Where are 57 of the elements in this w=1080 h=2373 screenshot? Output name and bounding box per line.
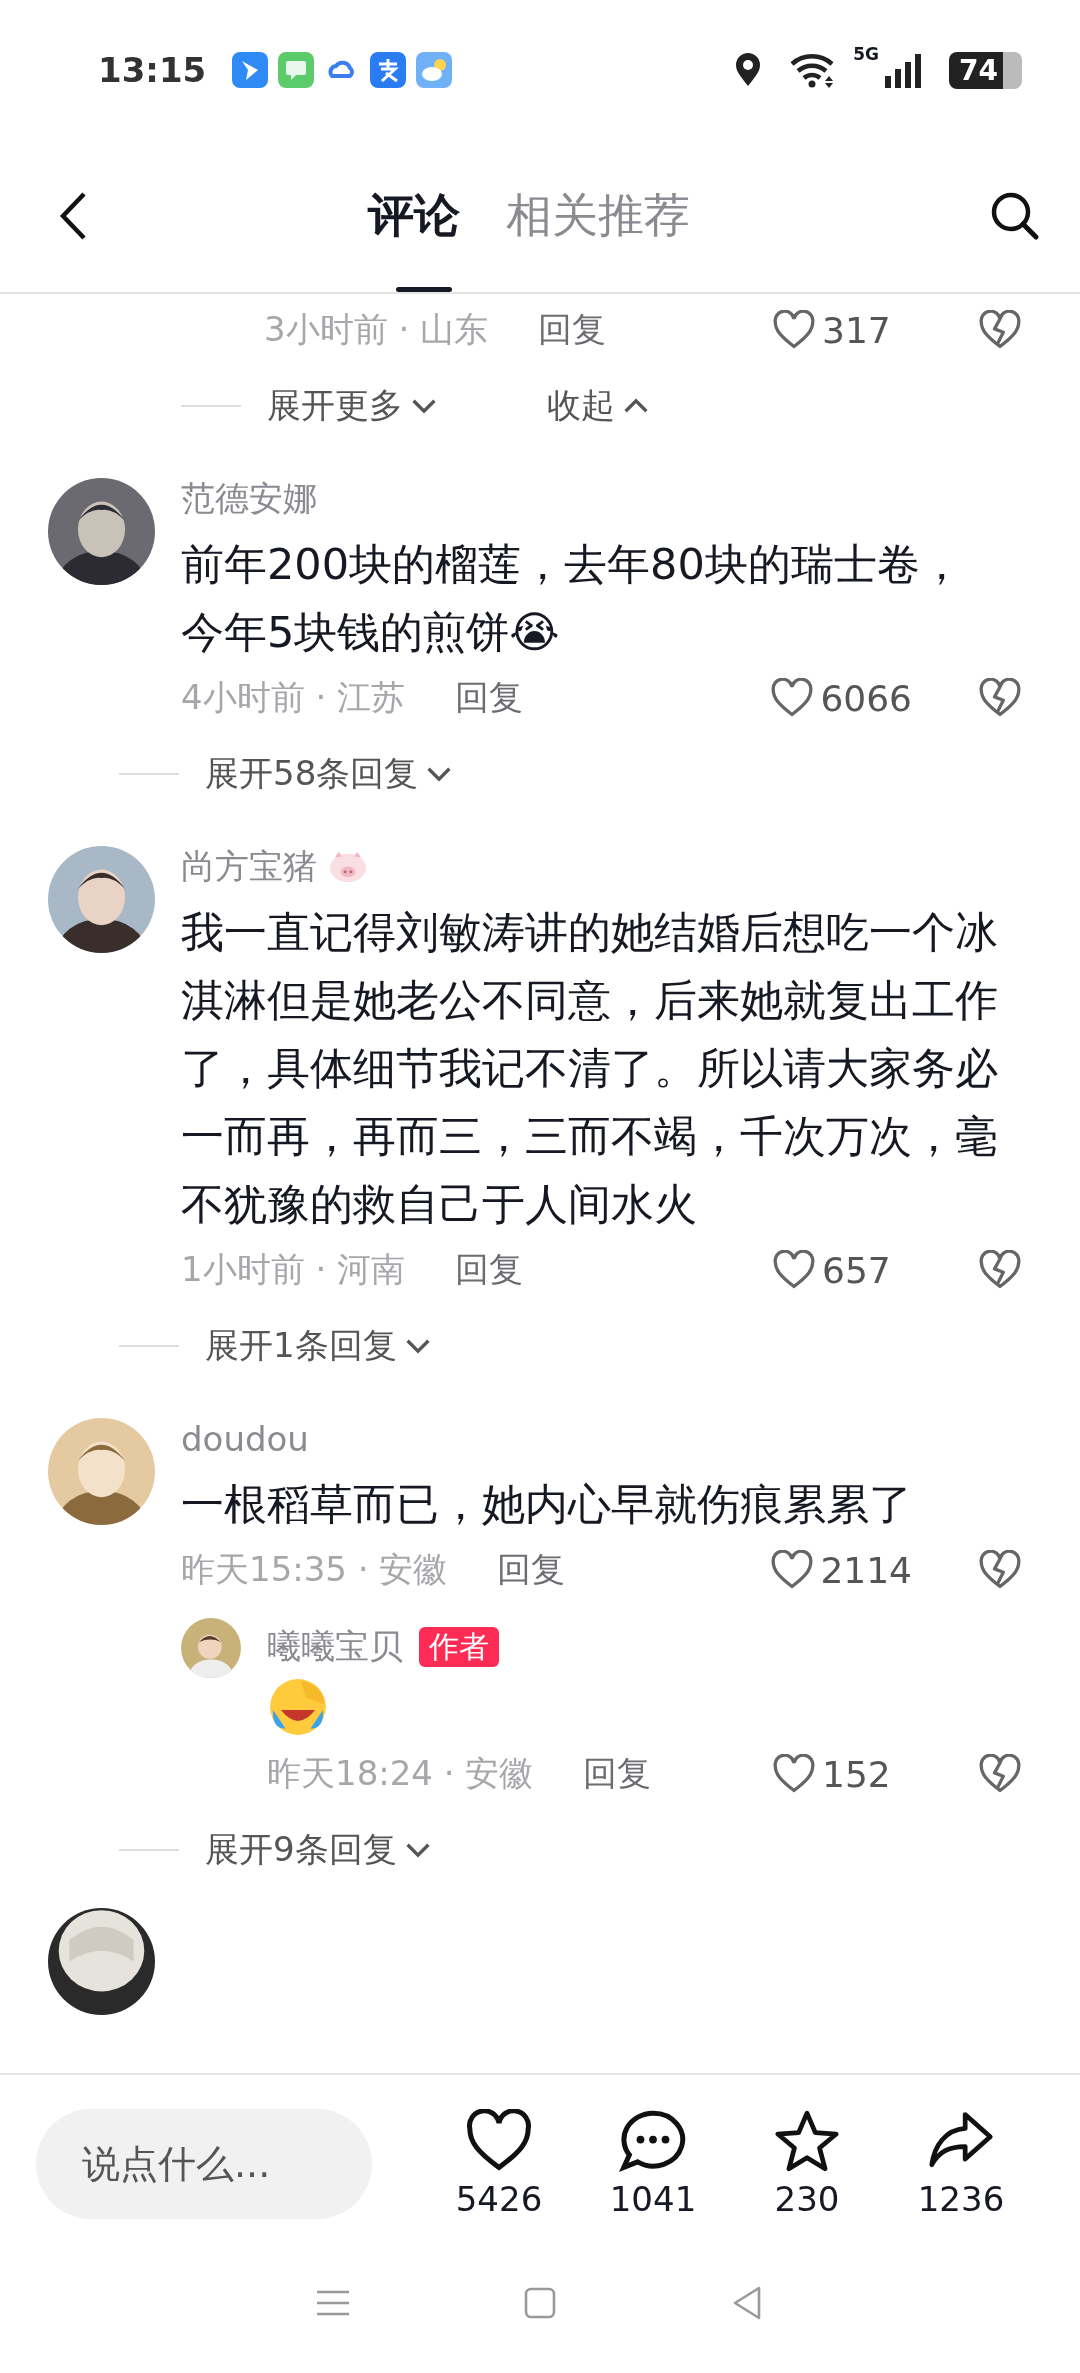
action-count: 230 [774, 2179, 840, 2219]
network-label: 5G [853, 44, 880, 64]
broken-heart-icon[interactable] [978, 1550, 1022, 1590]
back-icon[interactable] [58, 190, 88, 242]
username[interactable]: 尚方宝猪 [181, 844, 317, 890]
chevron-down-icon [404, 1338, 431, 1354]
weather-icon [416, 52, 453, 88]
payment-icon [370, 52, 407, 88]
comment-text: 前年200块的榴莲，去年80块的瑞士卷，今年5块钱的煎饼😭 [181, 538, 964, 659]
username[interactable]: 曦曦宝贝 [267, 1624, 403, 1670]
like-count: 2114 [820, 1549, 912, 1591]
chevron-up-icon [623, 398, 649, 414]
comment-text: 我一直记得刘敏涛讲的她结婚后想吃一个冰淇淋但是她老公不同意，后来她就复出工作了，具体细节我记不清了。所以请大家务必一而再，再而三，三而不竭，千次万次，毫不犹豫的救自己于人间水火 [181, 906, 999, 1231]
action-count: 1041 [609, 2179, 697, 2219]
chevron-down-icon [404, 1842, 431, 1858]
action-count: 5426 [455, 2179, 543, 2219]
action-count: 1236 [917, 2179, 1005, 2219]
author-badge: 作者 [419, 1627, 499, 1667]
comment-time-location: 昨天18:24 · 安徽 [267, 1752, 534, 1795]
like-count: 657 [822, 1249, 892, 1291]
broken-heart-icon[interactable] [978, 1754, 1022, 1794]
chevron-down-icon [411, 398, 437, 414]
like-count: 152 [822, 1753, 892, 1795]
broken-heart-icon[interactable] [978, 310, 1022, 350]
username[interactable]: 范德安娜 [181, 476, 317, 522]
search-icon[interactable] [990, 191, 1040, 241]
signal-icon [883, 52, 924, 88]
comment-input-field[interactable]: 说点什么... [36, 2109, 372, 2219]
comment-icon[interactable] [618, 2109, 688, 2173]
battery-indicator: 74 [949, 51, 1022, 89]
reply-button[interactable]: 回复 [538, 307, 607, 353]
expand-replies-button[interactable]: 展开9条回复 [205, 1827, 431, 1873]
reply-button[interactable]: 回复 [497, 1547, 566, 1593]
collapse-button[interactable]: 收起 [547, 383, 649, 429]
heart-icon[interactable] [464, 2109, 534, 2173]
expand-replies-button[interactable]: 展开1条回复 [205, 1323, 431, 1369]
comment-time-location: 昨天15:35 · 安徽 [181, 1548, 448, 1591]
tab[interactable]: 相关推荐 [506, 140, 690, 292]
username[interactable]: doudou [181, 1419, 309, 1459]
like-count: 6066 [820, 677, 912, 719]
reply-button[interactable]: 回复 [455, 675, 524, 721]
tab[interactable]: 评论 [368, 140, 460, 292]
reply-button[interactable]: 回复 [583, 1751, 652, 1797]
reply-button[interactable]: 回复 [455, 1247, 524, 1293]
broken-heart-icon[interactable] [978, 678, 1022, 718]
comment-time-location: 1小时前 · 河南 [181, 1248, 406, 1291]
message-icon [278, 52, 315, 88]
comment-time-location: 3小时前 · 山东 [264, 308, 489, 351]
expand-more-button[interactable]: 展开更多 [267, 383, 437, 429]
status-time: 13:15 [98, 50, 207, 90]
broken-heart-icon[interactable] [978, 1250, 1022, 1290]
notification-icon [232, 52, 269, 88]
like-count: 317 [822, 309, 892, 351]
comment-time-location: 4小时前 · 江苏 [181, 676, 406, 719]
comment-text: 一根稻草而已，她内心早就伤痕累累了 [181, 1478, 913, 1531]
chevron-down-icon [426, 766, 453, 782]
expand-replies-button[interactable]: 展开58条回复 [205, 751, 453, 797]
